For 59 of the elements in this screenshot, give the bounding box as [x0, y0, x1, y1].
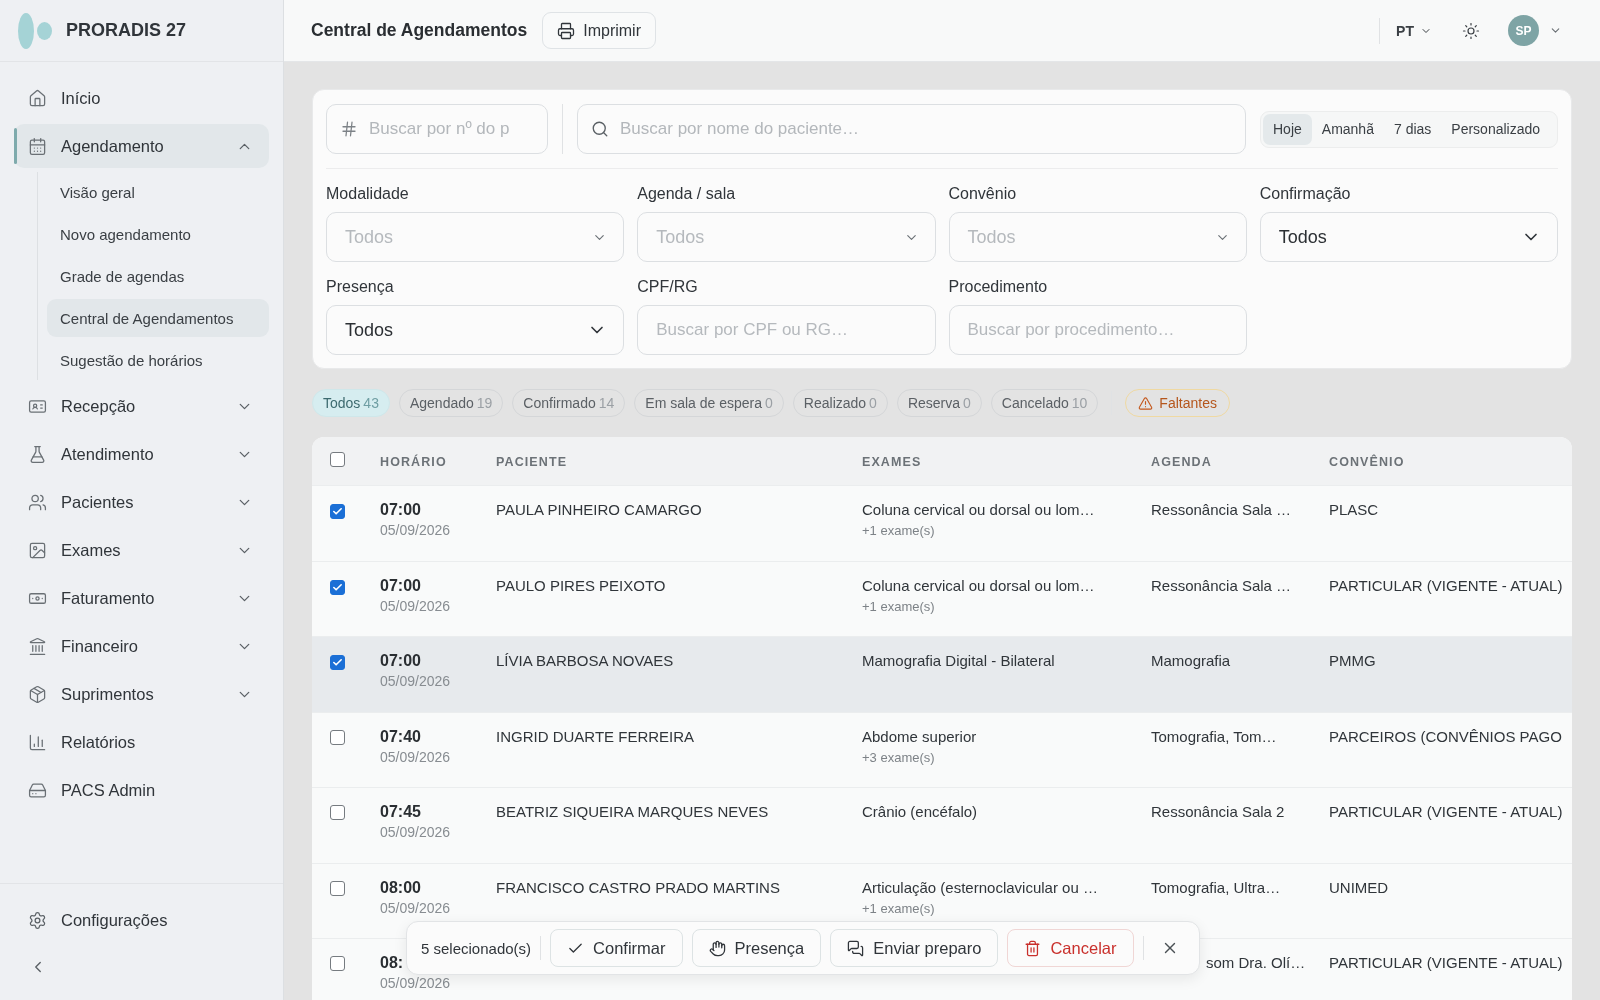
column-header: HORÁRIO	[380, 455, 447, 469]
appointment-date: 05/09/2026	[380, 975, 451, 992]
agenda-name: Tomografia, Tom…	[1151, 726, 1277, 747]
exam-name: Mamografia Digital - Bilateral	[862, 651, 1055, 671]
appointment-date: 05/09/2026	[380, 673, 451, 690]
field-label: Convênio	[948, 184, 1018, 204]
field-label: Procedimento	[948, 277, 1049, 297]
insurance-name: PARTICULAR (VIGENTE - ATUAL)	[1329, 802, 1563, 822]
selection-count: 5 selecionado(s)	[421, 939, 532, 957]
field-label: Presença	[326, 277, 395, 297]
agenda-name: Ressonância Sala …	[1151, 575, 1292, 596]
exam-count: +1 exame(s)	[862, 597, 935, 615]
appointment-time: 07:00	[380, 575, 421, 596]
appointment-date: 05/09/2026	[380, 824, 451, 841]
column-header: PACIENTE	[496, 455, 568, 469]
insurance-name: PARCEIROS (CONVÊNIOS PAGO	[1329, 726, 1562, 747]
field-label: Modalidade	[326, 184, 410, 204]
exam-name: Abdome superior	[862, 726, 977, 747]
appointment-time: 07:00	[380, 651, 421, 671]
appointment-time: 07:45	[380, 802, 421, 822]
column-header: AGENDA	[1151, 455, 1212, 469]
appointment-date: 05/09/2026	[380, 748, 451, 766]
patient-name: LÍVIA BARBOSA NOVAES	[496, 651, 674, 671]
agenda-name: Mamografia	[1151, 651, 1231, 671]
insurance-name: PARTICULAR (VIGENTE - ATUAL)	[1329, 575, 1563, 596]
patient-name: PAULA PINHEIRO CAMARGO	[496, 500, 702, 520]
agenda-name: Ressonância Sala 2	[1151, 802, 1285, 822]
patient-name: BEATRIZ SIQUEIRA MARQUES NEVES	[496, 802, 769, 822]
column-header: EXAMES	[862, 455, 922, 469]
appointment-date: 05/09/2026	[380, 597, 451, 615]
exam-name: Articulação (esternoclavicular ou …	[862, 877, 1098, 898]
field-label: CPF/RG	[637, 277, 699, 297]
exam-name: Coluna cervical ou dorsal ou lom…	[862, 500, 1095, 520]
insurance-name: PARTICULAR (VIGENTE - ATUAL)	[1329, 953, 1563, 973]
page-title: Central de Agendamentos	[311, 20, 528, 41]
exam-count: +3 exame(s)	[862, 748, 935, 766]
insurance-name: UNIMED	[1329, 877, 1389, 898]
appointment-time: 07:40	[380, 726, 421, 747]
exam-count: +1 exame(s)	[862, 522, 935, 539]
field-label: Confirmação	[1259, 184, 1352, 204]
patient-name: INGRID DUARTE FERREIRA	[496, 726, 695, 747]
appointment-time: 08:00	[380, 877, 421, 898]
appointment-time: 08:	[380, 953, 404, 973]
agenda-name: Ressonância Sala …	[1151, 500, 1292, 520]
brand-name: PRORADIS 27	[66, 20, 187, 41]
appointment-date: 05/09/2026	[380, 899, 451, 917]
column-header: CONVÊNIO	[1329, 455, 1405, 469]
agenda-name: som Dra. Olí…	[1206, 953, 1306, 973]
appointment-time: 07:00	[380, 500, 421, 520]
insurance-name: PMMG	[1329, 651, 1376, 671]
insurance-name: PLASC	[1329, 500, 1379, 520]
patient-name: PAULO PIRES PEIXOTO	[496, 575, 666, 596]
agenda-name: Tomografia, Ultra…	[1151, 877, 1281, 898]
appointment-date: 05/09/2026	[380, 522, 451, 539]
exam-count: +1 exame(s)	[862, 899, 935, 917]
patient-name: FRANCISCO CASTRO PRADO MARTINS	[496, 877, 780, 898]
field-label: Agenda / sala	[637, 184, 737, 204]
exam-name: Coluna cervical ou dorsal ou lom…	[862, 575, 1095, 596]
exam-name: Crânio (encéfalo)	[862, 802, 978, 822]
